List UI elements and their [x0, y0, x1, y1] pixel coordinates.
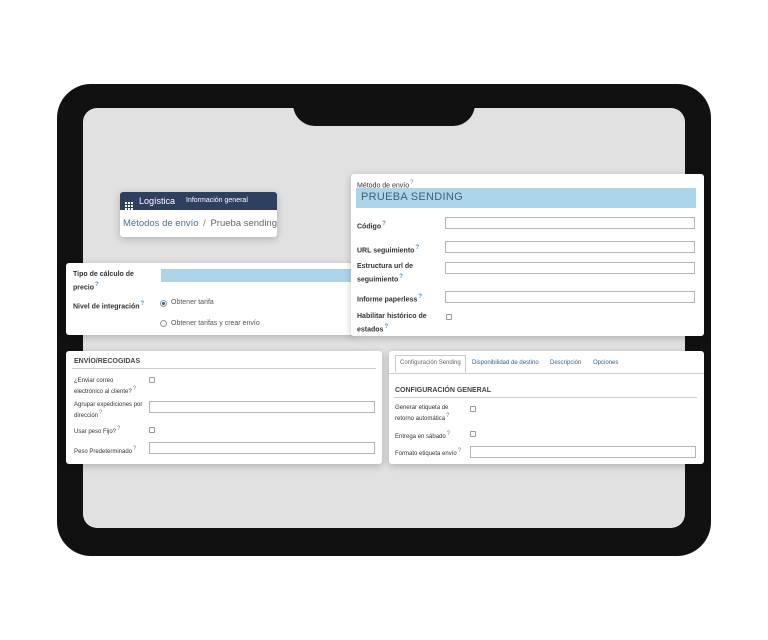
tracking-structure-input[interactable] [445, 262, 695, 274]
section-divider [72, 368, 376, 369]
option-get-rate-create-label: Obtener tarifas y crear envío [171, 320, 260, 327]
email-customer-label: ¿Enviar correo electrónico al cliente?? [74, 378, 137, 395]
status-history-label: Habilitar histórico de estados? [357, 313, 427, 334]
method-card: Método de envío? PRUEBA SENDING Código? … [351, 174, 704, 336]
tabs-bar: Configuración Sending Disponibilidad de … [389, 351, 704, 374]
shipping-section-title: ENVÍO/RECOGIDAS [74, 358, 141, 365]
fixed-weight-label: Usar peso Fijo?? [74, 426, 121, 435]
tracking-structure-label: Estructura url de seguimiento? [357, 263, 414, 284]
paperless-input[interactable] [445, 291, 695, 303]
tab-configuracion-sending[interactable]: Configuración Sending [395, 355, 466, 373]
default-weight-input[interactable] [149, 442, 375, 454]
auto-return-label: Generar etiqueta de retorno automática? [395, 405, 450, 422]
saturday-delivery-label: Entrega en sábado? [395, 431, 451, 440]
price-type-label: Tipo de cálculo de precio? [73, 271, 134, 292]
tab-descripcion[interactable]: Descripción [550, 360, 581, 366]
breadcrumb-current: Prueba sending [210, 218, 278, 229]
code-label: Código? [357, 221, 386, 231]
integration-level-label: Nivel de integración? [73, 301, 145, 311]
tab-disponibilidad-destino[interactable]: Disponibilidad de destino [472, 360, 539, 366]
app-name[interactable]: Logística [139, 196, 175, 206]
auto-return-checkbox[interactable] [470, 406, 476, 412]
radio-get-rate[interactable] [160, 300, 167, 307]
group-by-address-input[interactable] [149, 401, 375, 413]
breadcrumb-parent[interactable]: Métodos de envío [123, 218, 199, 229]
email-customer-checkbox[interactable] [149, 377, 155, 383]
nav-bar: Logística Información general [120, 192, 277, 210]
tablet-notch [293, 84, 475, 126]
status-history-checkbox[interactable] [446, 314, 452, 320]
default-weight-label: Peso Predeterminado? [74, 446, 137, 455]
config-card: Configuración Sending Disponibilidad de … [389, 351, 704, 464]
breadcrumb-separator: / [203, 218, 206, 229]
tracking-url-input[interactable] [445, 241, 695, 253]
fixed-weight-checkbox[interactable] [149, 427, 155, 433]
shipping-card: ENVÍO/RECOGIDAS ¿Enviar correo electróni… [66, 351, 382, 464]
saturday-delivery-checkbox[interactable] [470, 431, 476, 437]
tracking-url-label: URL seguimiento? [357, 245, 420, 255]
menu-item-general-info[interactable]: Información general [186, 197, 248, 204]
radio-get-rate-create-shipment[interactable] [160, 320, 167, 327]
apps-grid-icon[interactable] [125, 197, 133, 210]
method-name-field[interactable]: PRUEBA SENDING [356, 188, 696, 208]
group-by-address-label: Agrupar expediciones por dirección? [74, 402, 143, 419]
general-config-title: CONFIGURACIÓN GENERAL [395, 387, 492, 394]
nav-card: Logística Información general Métodos de… [120, 192, 277, 237]
option-get-rate-label: Obtener tarifa [171, 299, 214, 306]
code-input[interactable] [445, 217, 695, 229]
general-config-divider [394, 397, 697, 398]
label-format-input[interactable] [470, 446, 696, 458]
price-type-field[interactable] [161, 269, 356, 282]
paperless-label: Informe paperless? [357, 294, 422, 304]
breadcrumb: Métodos de envío / Prueba sending [123, 218, 277, 229]
price-card: Tipo de cálculo de precio? Nivel de inte… [66, 263, 356, 335]
label-format-label: Formato etiqueta envío? [395, 448, 462, 457]
tab-opciones[interactable]: Opciones [593, 360, 618, 366]
